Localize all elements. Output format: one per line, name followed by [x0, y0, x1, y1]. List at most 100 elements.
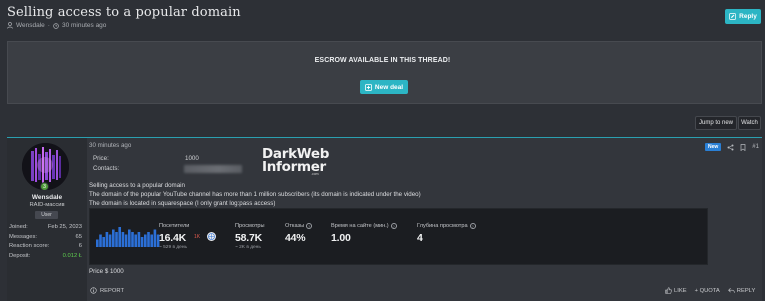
- contacts-redacted: [184, 165, 242, 173]
- user-name[interactable]: Wensdale: [7, 194, 87, 201]
- new-deal-label: New deal: [374, 83, 404, 91]
- sparkline-chart: [96, 227, 160, 247]
- visitors-label: Посетители: [159, 223, 190, 229]
- user-stats: Joined: Feb 25, 2023 Messages: 65 Reacti…: [9, 223, 82, 261]
- user-icon: [7, 22, 13, 29]
- darkweb-informer-watermark: DarkWeb Informer: [262, 147, 329, 175]
- sparkline-bar: [128, 229, 131, 247]
- time-on-site-value: 1.00: [331, 232, 351, 244]
- pencil-icon: [729, 13, 736, 20]
- sparkline-bar: [124, 234, 128, 247]
- stat-label: Messages:: [9, 233, 38, 240]
- sparkline-bar: [96, 239, 99, 247]
- stat-reaction-score: Reaction score: 6: [9, 242, 82, 252]
- report-button[interactable]: REPORT: [90, 287, 124, 294]
- post-number[interactable]: #1: [752, 144, 759, 150]
- post-footer-actions: LIKE + QUOTA REPLY: [665, 287, 755, 294]
- reply-arrow-icon: [727, 287, 735, 294]
- post-line-3: The domain is located in squarespace (I …: [89, 200, 276, 207]
- stat-value: 0.012 Ł: [62, 252, 82, 259]
- depth-label-wrap: Глубина просмотра ?: [417, 223, 476, 229]
- visitors-sub: ~ 529 в день: [159, 245, 187, 250]
- like-button[interactable]: LIKE: [665, 287, 687, 294]
- bounce-value: 44%: [285, 232, 306, 244]
- escrow-banner: [7, 41, 762, 104]
- help-icon: ?: [306, 223, 313, 229]
- time-on-site-label-wrap: Время на сайте (мин.) ?: [331, 223, 397, 229]
- info-circle-icon: [90, 287, 97, 294]
- sparkline-bar: [140, 237, 144, 247]
- meta-separator: ·: [47, 22, 50, 29]
- reply-post-label: REPLY: [736, 287, 756, 294]
- sparkline-bar: [115, 232, 118, 247]
- views-value: 58.7K: [235, 232, 263, 244]
- price-value: 1000: [185, 155, 199, 162]
- sparkline-bar: [150, 234, 153, 247]
- like-label: LIKE: [674, 287, 687, 294]
- stat-joined: Joined: Feb 25, 2023: [9, 223, 82, 233]
- post-actions-top: New #1: [705, 143, 759, 151]
- reply-button-label: Reply: [739, 13, 757, 20]
- clock-icon: [53, 22, 59, 29]
- sparkline-bar: [105, 232, 109, 247]
- visitors-change: 1K: [194, 234, 201, 240]
- sparkline-bar: [108, 234, 112, 247]
- watermark-sub: .com: [311, 172, 319, 176]
- post-line-2: The domain of the popular YouTube channe…: [89, 191, 421, 198]
- price-label: Price:: [93, 155, 109, 162]
- sparkline-bar: [147, 232, 150, 247]
- watch-button[interactable]: Watch: [738, 116, 761, 130]
- user-level-badge: 3: [40, 182, 49, 191]
- new-badge: New: [705, 143, 722, 151]
- sparkline-bar: [134, 234, 137, 247]
- views-label: Просмотры: [235, 223, 265, 229]
- stat-label: Joined:: [9, 224, 28, 230]
- sparkline-bar: [118, 227, 121, 247]
- stat-label: Reaction score:: [9, 243, 50, 249]
- price-line: Price $ 1000: [89, 268, 124, 275]
- help-icon: ?: [390, 223, 397, 229]
- bounce-label-wrap: Отказы ?: [285, 223, 313, 229]
- visitors-value: 16.4K: [159, 232, 187, 244]
- sparkline-bar: [144, 234, 147, 247]
- thread-time: 30 minutes ago: [61, 22, 107, 29]
- depth-value: 4: [417, 232, 423, 244]
- report-label: REPORT: [100, 287, 125, 294]
- user-role-badge: User: [35, 211, 58, 219]
- thumbs-up-icon: [665, 287, 672, 294]
- plus-box-icon: [365, 83, 372, 91]
- stat-deposit: Deposit: 0.012 Ł: [9, 252, 82, 262]
- stat-value: 6: [78, 243, 82, 249]
- new-deal-button[interactable]: New deal: [360, 80, 408, 94]
- watermark-line2: Informer: [262, 159, 326, 175]
- time-on-site-label: Время на сайте (мин.): [331, 223, 389, 229]
- sparkline-bar: [99, 234, 102, 247]
- sparkline-bar: [102, 237, 105, 247]
- thread-title: Selling access to a popular domain: [7, 5, 241, 20]
- sparkline-bar: [112, 229, 115, 247]
- stat-value: Feb 25, 2023: [47, 224, 82, 230]
- sparkline-bar: [131, 232, 134, 247]
- help-icon: ?: [469, 223, 476, 229]
- sparkline-bar: [137, 232, 141, 247]
- bounce-label: Отказы: [285, 223, 305, 229]
- quote-button[interactable]: + QUOTA: [695, 288, 720, 294]
- stat-value: 65: [75, 233, 82, 240]
- share-icon[interactable]: [727, 144, 734, 151]
- depth-label: Глубина просмотра: [417, 223, 468, 229]
- sparkline-bar: [153, 229, 157, 247]
- stat-messages: Messages: 65: [9, 233, 82, 243]
- escrow-text: ESCROW AVAILABLE IN THIS THREAD!: [314, 57, 451, 64]
- sparkline-bar: [121, 232, 125, 247]
- globe-icon: [207, 232, 216, 241]
- traffic-stats-image: Посетители 16.4K 1K ~ 529 в день Просмот…: [89, 208, 708, 265]
- post-line-1: Selling access to a popular domain: [89, 182, 185, 189]
- post-time[interactable]: 30 minutes ago: [89, 142, 131, 149]
- reply-button[interactable]: Reply: [725, 9, 761, 24]
- user-title: RAID-массив: [29, 202, 65, 208]
- jump-to-new-button[interactable]: Jump to new: [695, 116, 737, 130]
- views-sub: ~ 2K в день: [235, 245, 261, 250]
- reply-post-button[interactable]: REPLY: [727, 287, 756, 294]
- thread-author[interactable]: Wensdale: [16, 22, 45, 29]
- bookmark-icon[interactable]: [740, 143, 746, 151]
